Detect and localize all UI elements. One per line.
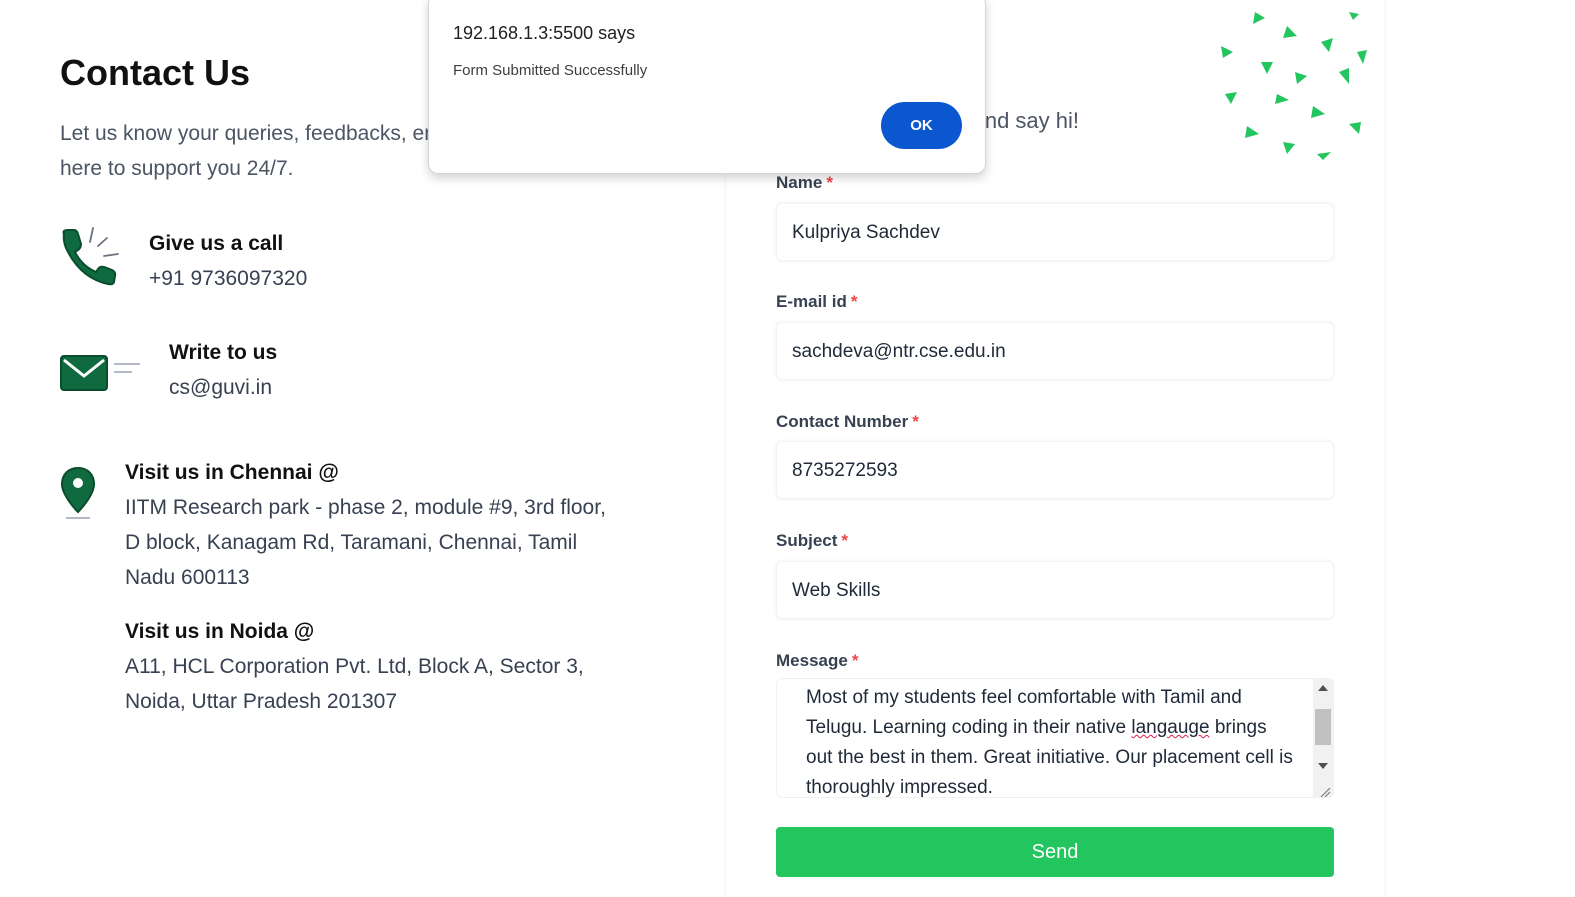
scroll-up-arrow-icon[interactable] [1318, 685, 1328, 691]
contact-number-field[interactable]: 8735272593 [776, 441, 1334, 499]
mail-icon [60, 350, 144, 396]
noida-office: Visit us in Noida @ A11, HCL Corporation… [125, 614, 645, 719]
message-label: Message * [776, 651, 859, 670]
name-label: Name * [776, 173, 833, 192]
noida-address: A11, HCL Corporation Pvt. Ltd, Block A, … [125, 655, 584, 713]
send-button[interactable]: Send [776, 827, 1334, 877]
resize-grip-icon[interactable] [1319, 785, 1331, 797]
email-label: E-mail id * [776, 292, 858, 311]
chennai-title: Visit us in Chennai @ [125, 461, 339, 484]
chennai-address: IITM Research park - phase 2, module #9,… [125, 496, 606, 589]
scroll-thumb[interactable] [1315, 709, 1331, 745]
name-field[interactable]: Kulpriya Sachdev [776, 203, 1334, 261]
phone-icon [60, 224, 122, 286]
dialog-title: 192.168.1.3:5500 says [453, 23, 636, 43]
page-title: Contact Us [60, 52, 251, 93]
contact-number-label: Contact Number * [776, 412, 919, 431]
phone-number: +91 9736097320 [149, 267, 308, 290]
noida-title: Visit us in Noida @ [125, 620, 315, 643]
email-address: cs@guvi.in [169, 376, 273, 399]
message-textarea[interactable]: Most of my students feel comfortable wit… [776, 678, 1334, 798]
message-scrollbar[interactable] [1313, 679, 1333, 797]
subject-label: Subject * [776, 531, 849, 550]
decorative-triangles [1217, 6, 1377, 166]
email-field[interactable]: sachdeva@ntr.cse.edu.in [776, 322, 1334, 380]
misspelled-word: langauge [1131, 717, 1210, 738]
location-pin-icon [60, 466, 96, 522]
alert-dialog: 192.168.1.3:5500 says Form Submitted Suc… [428, 0, 986, 174]
chennai-office: Visit us in Chennai @ IITM Research park… [125, 455, 625, 595]
subject-field[interactable]: Web Skills [776, 561, 1334, 619]
call-info: Give us a call +91 9736097320 [149, 226, 307, 296]
message-text: Most of my students feel comfortable wit… [806, 687, 1293, 798]
write-title: Write to us [169, 341, 278, 364]
dialog-message: Form Submitted Successfully [453, 62, 648, 79]
ok-button[interactable]: OK [881, 102, 962, 149]
write-info: Write to us cs@guvi.in [169, 335, 277, 405]
call-title: Give us a call [149, 232, 284, 255]
scroll-down-arrow-icon[interactable] [1318, 763, 1328, 769]
